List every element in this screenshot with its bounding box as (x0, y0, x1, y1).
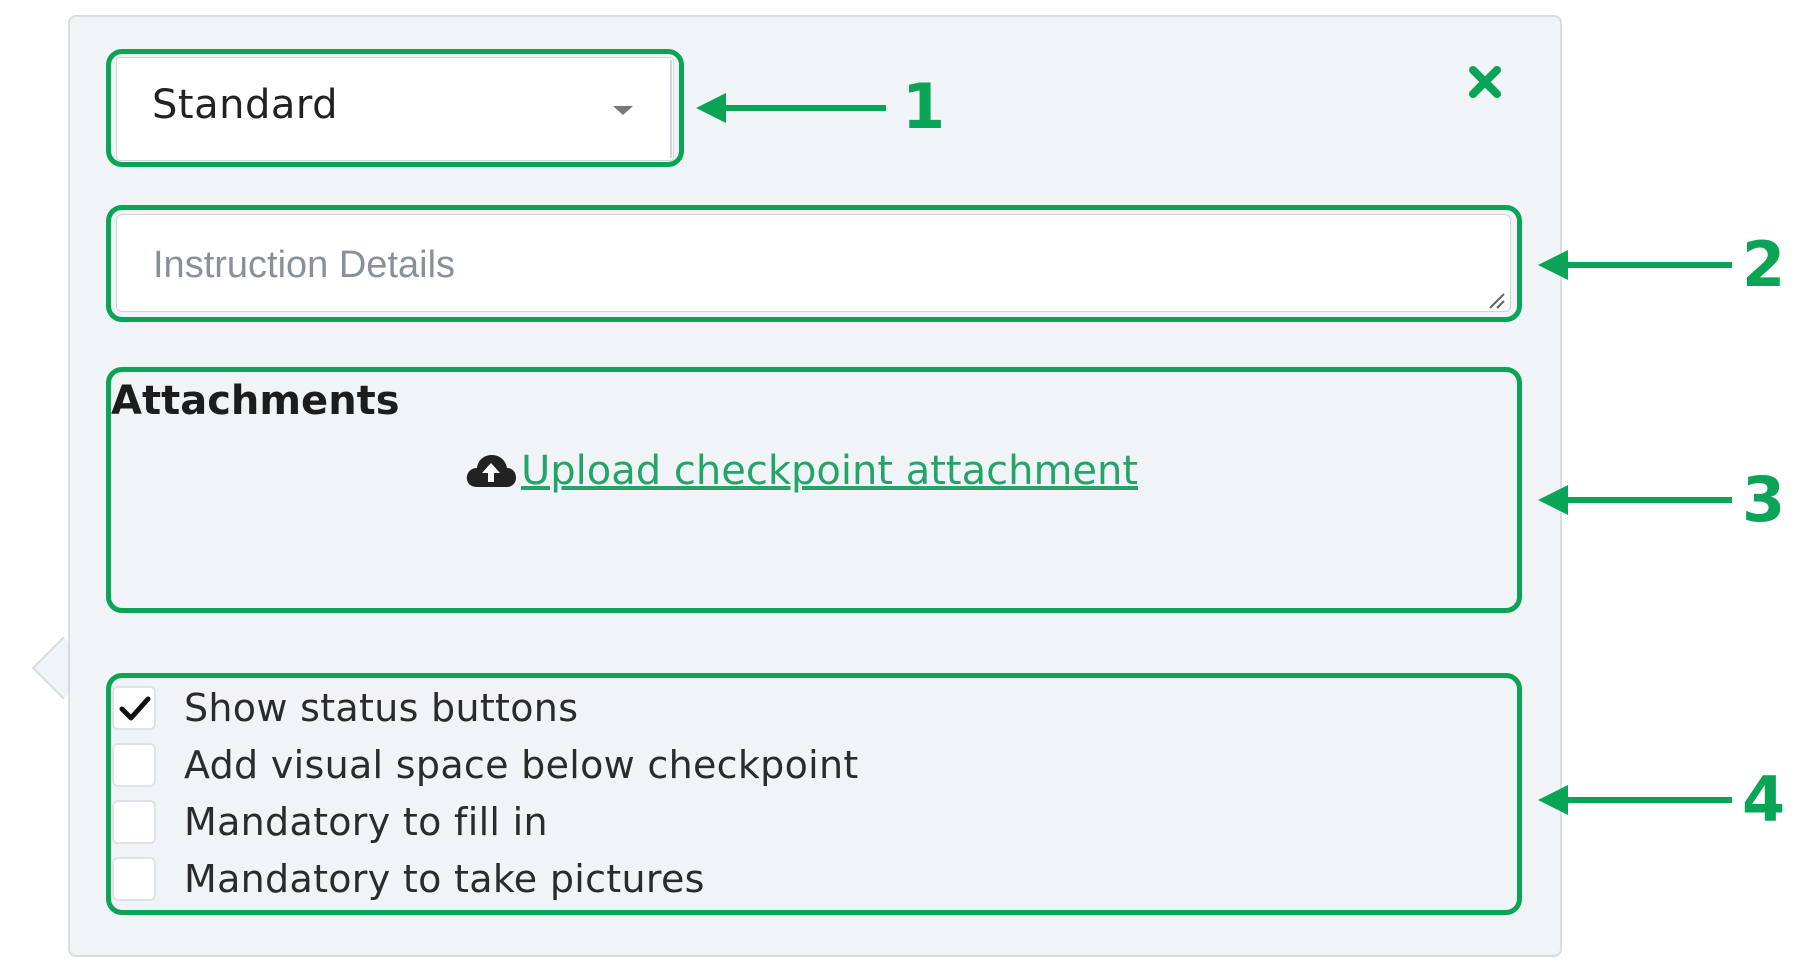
stage: Standard Instruction Details Attachments… (0, 0, 1817, 977)
highlight-box-3 (106, 367, 1522, 613)
arrow-4 (1562, 797, 1732, 803)
callout-number-1: 1 (902, 70, 946, 143)
callout-number-3: 3 (1742, 463, 1786, 536)
highlight-box-1 (106, 49, 684, 167)
panel-pointer-mask (70, 640, 100, 700)
arrow-2 (1562, 262, 1732, 268)
highlight-box-2 (106, 205, 1522, 322)
arrow-3 (1562, 497, 1732, 503)
highlight-box-4 (106, 673, 1522, 915)
close-icon[interactable] (1465, 62, 1505, 102)
callout-number-4: 4 (1742, 763, 1786, 836)
arrow-1 (720, 105, 886, 111)
callout-number-2: 2 (1742, 228, 1786, 301)
